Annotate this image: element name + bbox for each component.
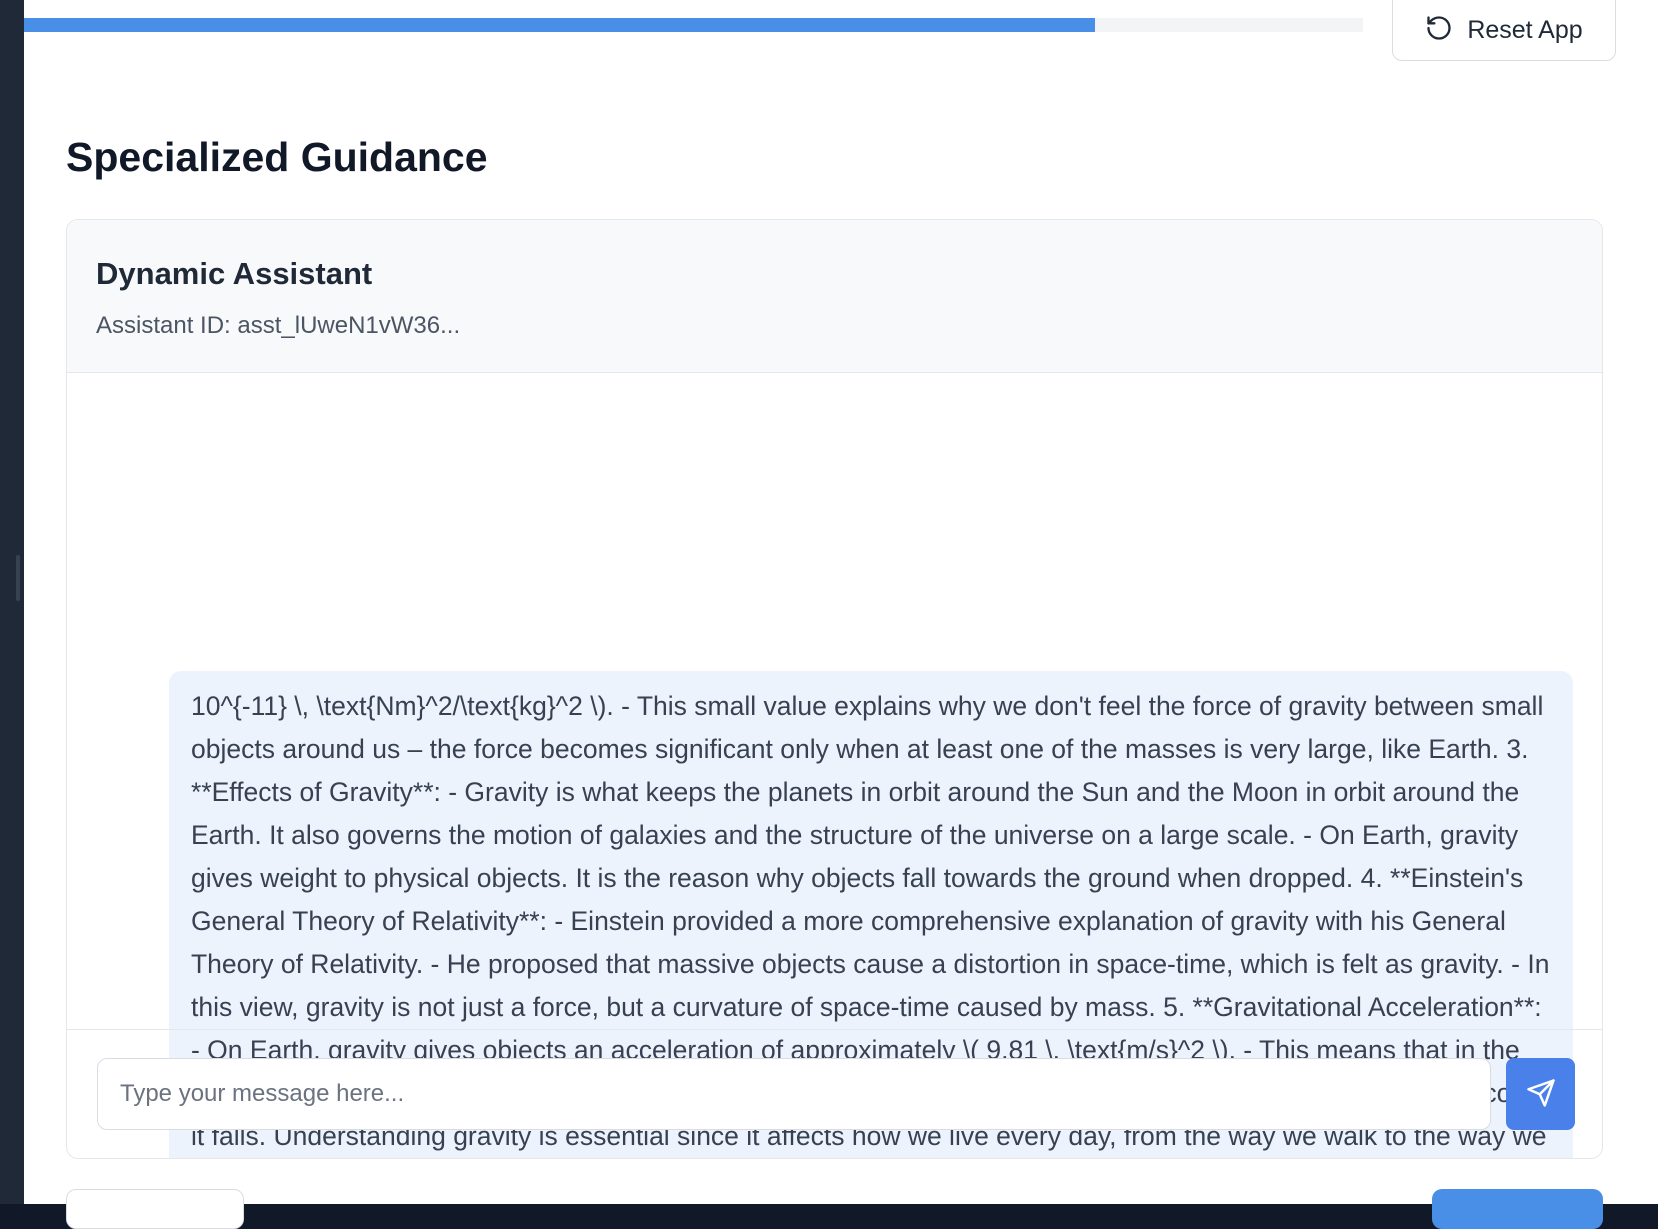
message-list[interactable]: 10^{-11} \, \text{Nm}^2/\text{kg}^2 \). … [67, 372, 1602, 1158]
reset-app-label: Reset App [1467, 16, 1583, 44]
main-page: Reset App Specialized Guidance Dynamic A… [24, 0, 1658, 1229]
resize-handle[interactable] [16, 555, 20, 601]
left-sidebar-edge [0, 0, 24, 1204]
assistant-id: Assistant ID: asst_lUweN1vW36... [96, 312, 461, 339]
send-icon [1526, 1078, 1556, 1111]
chat-card: Dynamic Assistant Assistant ID: asst_lUw… [66, 219, 1603, 1159]
send-button[interactable] [1506, 1058, 1575, 1130]
page-title: Specialized Guidance [66, 134, 488, 180]
progress-bar [24, 18, 1363, 32]
progress-bar-fill [24, 18, 1096, 32]
assistant-name: Dynamic Assistant [96, 256, 373, 291]
assistant-header: Dynamic Assistant Assistant ID: asst_lUw… [67, 220, 1602, 373]
next-button[interactable] [1432, 1189, 1603, 1229]
refresh-ccw-icon [1425, 14, 1453, 47]
message-input[interactable] [97, 1058, 1491, 1130]
back-button[interactable] [66, 1189, 244, 1229]
reset-app-button[interactable]: Reset App [1392, 0, 1616, 61]
composer-divider [66, 1029, 1603, 1030]
